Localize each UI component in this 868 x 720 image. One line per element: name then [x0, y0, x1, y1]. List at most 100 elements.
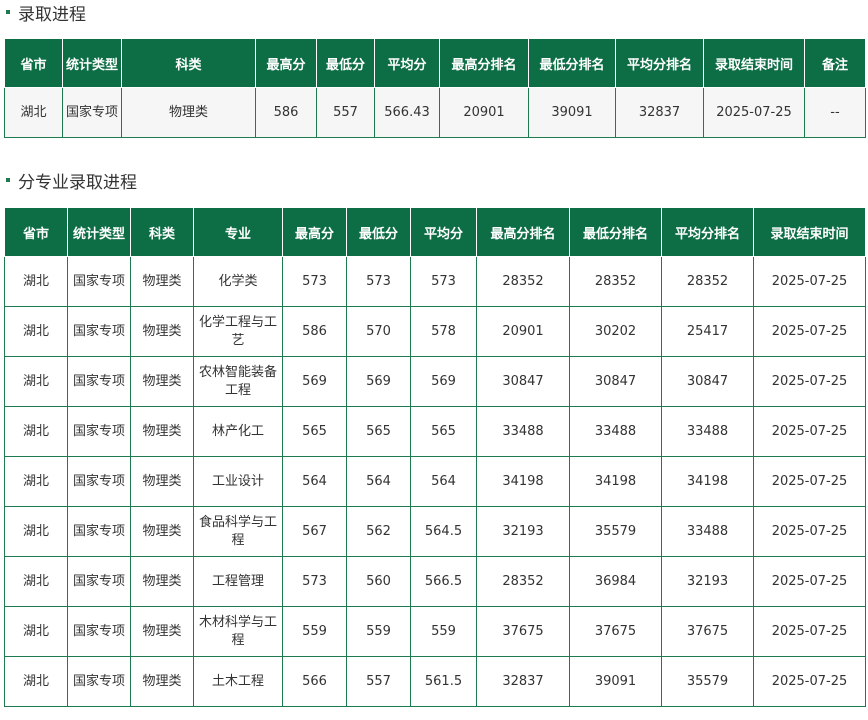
- table-cell: 物理类: [130, 656, 194, 707]
- table-cell: 36984: [569, 556, 662, 607]
- table-cell: 565: [410, 406, 477, 457]
- table-cell: --: [804, 87, 866, 138]
- table-cell: 30847: [661, 356, 754, 407]
- table-cell: 32837: [476, 656, 570, 707]
- table-cell: 564: [282, 456, 347, 507]
- table-row: 湖北 国家专项 物理类 工业设计 564 564 564 34198 34198 34198 202…: [4, 456, 866, 507]
- table-cell: 湖北: [4, 406, 68, 457]
- table-cell: 34198: [661, 456, 754, 507]
- table-cell: 国家专项: [67, 256, 131, 307]
- column-header: 录取结束时间: [703, 38, 805, 88]
- table-cell: 湖北: [4, 556, 68, 607]
- table-cell: 564: [410, 456, 477, 507]
- column-header: 专业: [193, 207, 283, 257]
- table-cell: 570: [346, 306, 411, 357]
- table-cell: 工程管理: [193, 556, 283, 607]
- table-cell: 化学工程与工艺: [193, 306, 283, 357]
- table-row: 湖北 国家专项 物理类 土木工程 566 557 561.5 32837 39091 35579 2…: [4, 656, 866, 707]
- table-cell: 国家专项: [67, 306, 131, 357]
- table-cell: 578: [410, 306, 477, 357]
- table-cell: 湖北: [4, 606, 68, 657]
- table-cell: 2025-07-25: [753, 606, 866, 657]
- table-cell: 565: [282, 406, 347, 457]
- table-cell: 569: [282, 356, 347, 407]
- column-header: 录取结束时间: [753, 207, 866, 257]
- table-cell: 32193: [476, 506, 570, 557]
- column-header: 平均分: [374, 38, 440, 88]
- table-cell: 物理类: [130, 506, 194, 557]
- table-cell: 561.5: [410, 656, 477, 707]
- table-cell: 湖北: [4, 456, 68, 507]
- table-cell: 573: [282, 556, 347, 607]
- table-cell: 湖北: [4, 656, 68, 707]
- table-cell: 25417: [661, 306, 754, 357]
- table-cell: 物理类: [130, 256, 194, 307]
- bullet-marker-icon: [6, 10, 10, 14]
- column-header: 平均分排名: [615, 38, 704, 88]
- table-cell: 30202: [569, 306, 662, 357]
- column-header: 统计类型: [67, 207, 131, 257]
- table-cell: 20901: [476, 306, 570, 357]
- table-cell: 586: [282, 306, 347, 357]
- table-cell: 573: [410, 256, 477, 307]
- admission-progress-table: 省市 统计类型 科类 最高分 最低分 平均分 最高分排名 最低分排名 平均分排名 录取结束时间 备注…: [4, 38, 866, 138]
- table-cell: 国家专项: [67, 656, 131, 707]
- table-cell: 2025-07-25: [753, 656, 866, 707]
- table-cell: 566.5: [410, 556, 477, 607]
- column-header: 最低分: [316, 38, 375, 88]
- table-cell: 35579: [661, 656, 754, 707]
- table-cell: 35579: [569, 506, 662, 557]
- column-header: 最高分: [255, 38, 317, 88]
- table-cell: 34198: [476, 456, 570, 507]
- column-header: 科类: [121, 38, 256, 88]
- table-row: 湖北 国家专项 物理类 木材科学与工程 559 559 559 37675 37675 37675…: [4, 606, 866, 657]
- table-cell: 37675: [476, 606, 570, 657]
- table-cell: 37675: [569, 606, 662, 657]
- column-header: 科类: [130, 207, 194, 257]
- table-cell: 33488: [661, 406, 754, 457]
- table-cell: 国家专项: [62, 87, 122, 138]
- table-cell: 国家专项: [67, 506, 131, 557]
- column-header: 平均分: [410, 207, 477, 257]
- table-row: 湖北 国家专项 物理类 化学类 573 573 573 28352 28352 28352 2025…: [4, 256, 866, 307]
- table-cell: 木材科学与工程: [193, 606, 283, 657]
- table-cell: 2025-07-25: [753, 556, 866, 607]
- table-cell: 33488: [661, 506, 754, 557]
- table-row: 湖北 国家专项 物理类 化学工程与工艺 586 570 578 20901 30202 25417…: [4, 306, 866, 357]
- table-cell: 566: [282, 656, 347, 707]
- table-cell: 28352: [476, 256, 570, 307]
- table-cell: 30847: [476, 356, 570, 407]
- table-cell: 32193: [661, 556, 754, 607]
- table-cell: 2025-07-25: [753, 356, 866, 407]
- table-cell: 化学类: [193, 256, 283, 307]
- table-cell: 28352: [569, 256, 662, 307]
- table-cell: 559: [410, 606, 477, 657]
- column-header: 省市: [4, 38, 63, 88]
- table-cell: 2025-07-25: [753, 256, 866, 307]
- table-cell: 国家专项: [67, 606, 131, 657]
- column-header: 统计类型: [62, 38, 122, 88]
- table-row: 湖北 国家专项 物理类 林产化工 565 565 565 33488 33488 33488 202…: [4, 406, 866, 457]
- table-cell: 564.5: [410, 506, 477, 557]
- table-cell: 物理类: [130, 356, 194, 407]
- table-cell: 湖北: [4, 306, 68, 357]
- section-title-text: 录取进程: [18, 4, 86, 25]
- table-cell: 国家专项: [67, 356, 131, 407]
- table-cell: 559: [282, 606, 347, 657]
- column-header: 平均分排名: [661, 207, 754, 257]
- table-cell: 物理类: [130, 406, 194, 457]
- table-cell: 562: [346, 506, 411, 557]
- table-cell: 食品科学与工程: [193, 506, 283, 557]
- table-cell: 557: [346, 656, 411, 707]
- table-cell: 32837: [615, 87, 704, 138]
- table-cell: 国家专项: [67, 456, 131, 507]
- table-cell: 573: [346, 256, 411, 307]
- table-cell: 林产化工: [193, 406, 283, 457]
- bullet-marker-icon: [6, 178, 10, 182]
- table-cell: 30847: [569, 356, 662, 407]
- column-header: 备注: [804, 38, 866, 88]
- table-cell: 564: [346, 456, 411, 507]
- table-row: 湖北 国家专项 物理类 农林智能装备工程 569 569 569 30847 30847 3084…: [4, 356, 866, 407]
- table-cell: 569: [346, 356, 411, 407]
- table-cell: 573: [282, 256, 347, 307]
